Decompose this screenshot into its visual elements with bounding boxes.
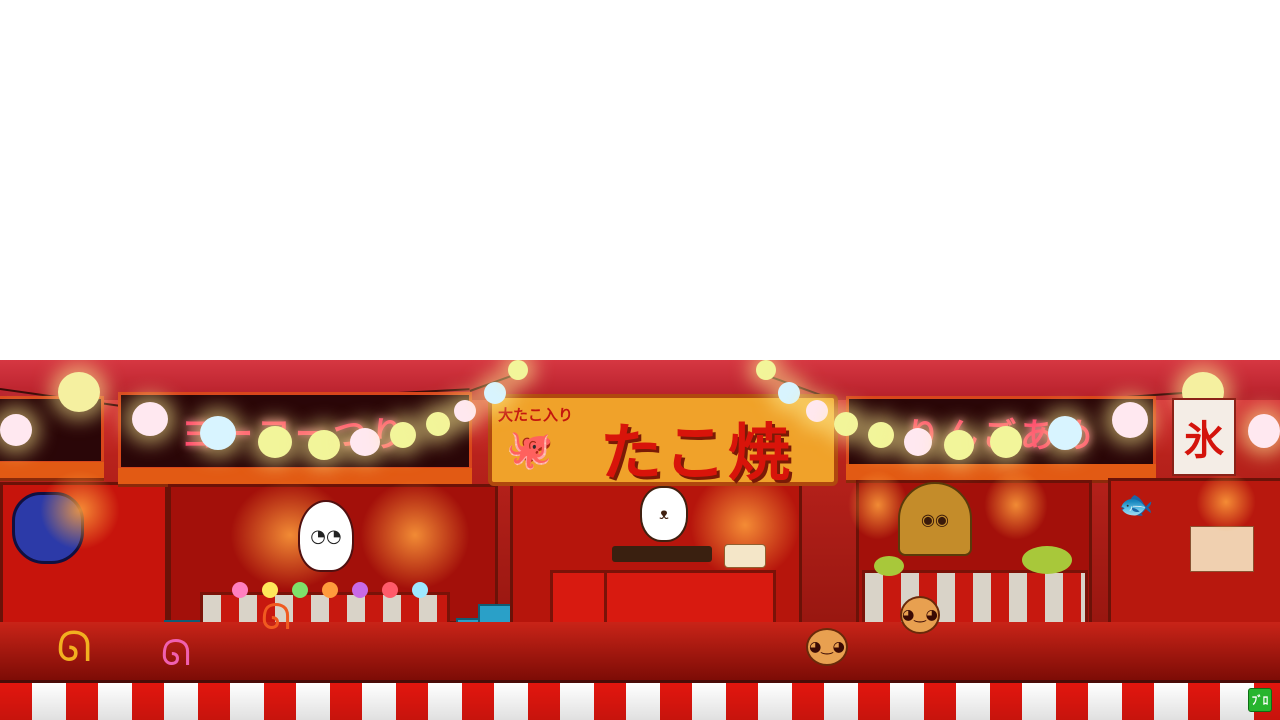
paper-lantern-icon	[868, 422, 894, 448]
shaved-ice-banner: 氷	[1172, 398, 1236, 476]
box-stack	[1190, 526, 1254, 572]
paper-lantern-icon	[454, 400, 476, 422]
takoyaki-icon: ◕‿◕	[806, 628, 848, 666]
goldfish-icon: 🐟	[1118, 487, 1154, 521]
octopus-icon: 🐙	[506, 426, 554, 471]
balloon-dog-icon: ᘏ	[161, 633, 191, 674]
light-glow	[984, 470, 1048, 540]
paper-lantern-icon	[258, 426, 292, 458]
bear-vendor-icon: ᴥ	[640, 486, 688, 542]
takoyaki-sign: 大たこ入り 🐙 たこ焼	[488, 394, 838, 489]
paper-lantern-icon	[778, 382, 800, 404]
paper-lantern-icon	[1248, 414, 1280, 448]
paper-lantern-icon	[990, 426, 1022, 458]
light-glow	[1196, 472, 1256, 532]
blank-top-area	[0, 0, 1280, 360]
paper-lantern-icon	[200, 416, 236, 450]
paper-lantern-icon	[1112, 402, 1148, 438]
paper-lantern-icon	[904, 428, 932, 456]
takoyaki-title-text: たこ焼	[600, 416, 793, 489]
paper-lantern-icon	[756, 360, 776, 380]
shaved-ice-text: 氷	[1184, 417, 1224, 464]
paper-lantern-icon	[390, 422, 416, 448]
paper-lantern-icon	[426, 412, 450, 436]
balloon-dog-icon: ᘏ	[56, 622, 92, 671]
takoyaki-icon: ◕‿◕	[900, 596, 940, 634]
balloon-dog-icon: ᘏ	[261, 597, 291, 638]
site-badge-icon[interactable]: ﾌﾞﾛ	[1248, 688, 1272, 712]
paper-lantern-icon	[944, 430, 974, 460]
paper-lantern-icon	[806, 400, 828, 422]
paper-lantern-icon	[834, 412, 858, 436]
kohaku-striped-curtain	[0, 680, 1280, 720]
takoyaki-grill	[612, 546, 712, 562]
paper-lantern-icon	[58, 372, 100, 412]
plate-stack	[724, 544, 766, 568]
candy-pile-icon	[1022, 546, 1072, 574]
paper-lantern-icon	[0, 414, 32, 446]
paper-lantern-icon	[484, 382, 506, 404]
site-badge-text: ﾌﾞﾛ	[1251, 694, 1269, 707]
yoyo-balloon-icon	[382, 582, 398, 598]
light-glow	[40, 470, 120, 550]
paper-lantern-icon	[508, 360, 528, 380]
yoyo-balloon-icon	[322, 582, 338, 598]
takoyaki-small-text: 大たこ入り	[498, 406, 574, 424]
monster-vendor-icon: ◉◉	[898, 482, 972, 556]
paper-lantern-icon	[350, 428, 380, 456]
festival-scene: ヨーヨーつり ◔◔ ᴥ 大たこ入り 🐙 たこ焼 りんごあめ ◉◉ 🐟	[0, 360, 1280, 680]
paper-lantern-icon	[1048, 416, 1082, 450]
paper-lantern-icon	[132, 402, 168, 436]
candy-pile-icon	[874, 556, 904, 576]
light-glow	[360, 480, 470, 590]
paper-lantern-icon	[308, 430, 340, 460]
ghost-icon: ◔◔	[298, 500, 354, 572]
yoyo-stall-sign: ヨーヨーつり	[118, 392, 472, 470]
yoyo-balloon-icon	[352, 582, 368, 598]
yoyo-balloon-icon	[412, 582, 428, 598]
